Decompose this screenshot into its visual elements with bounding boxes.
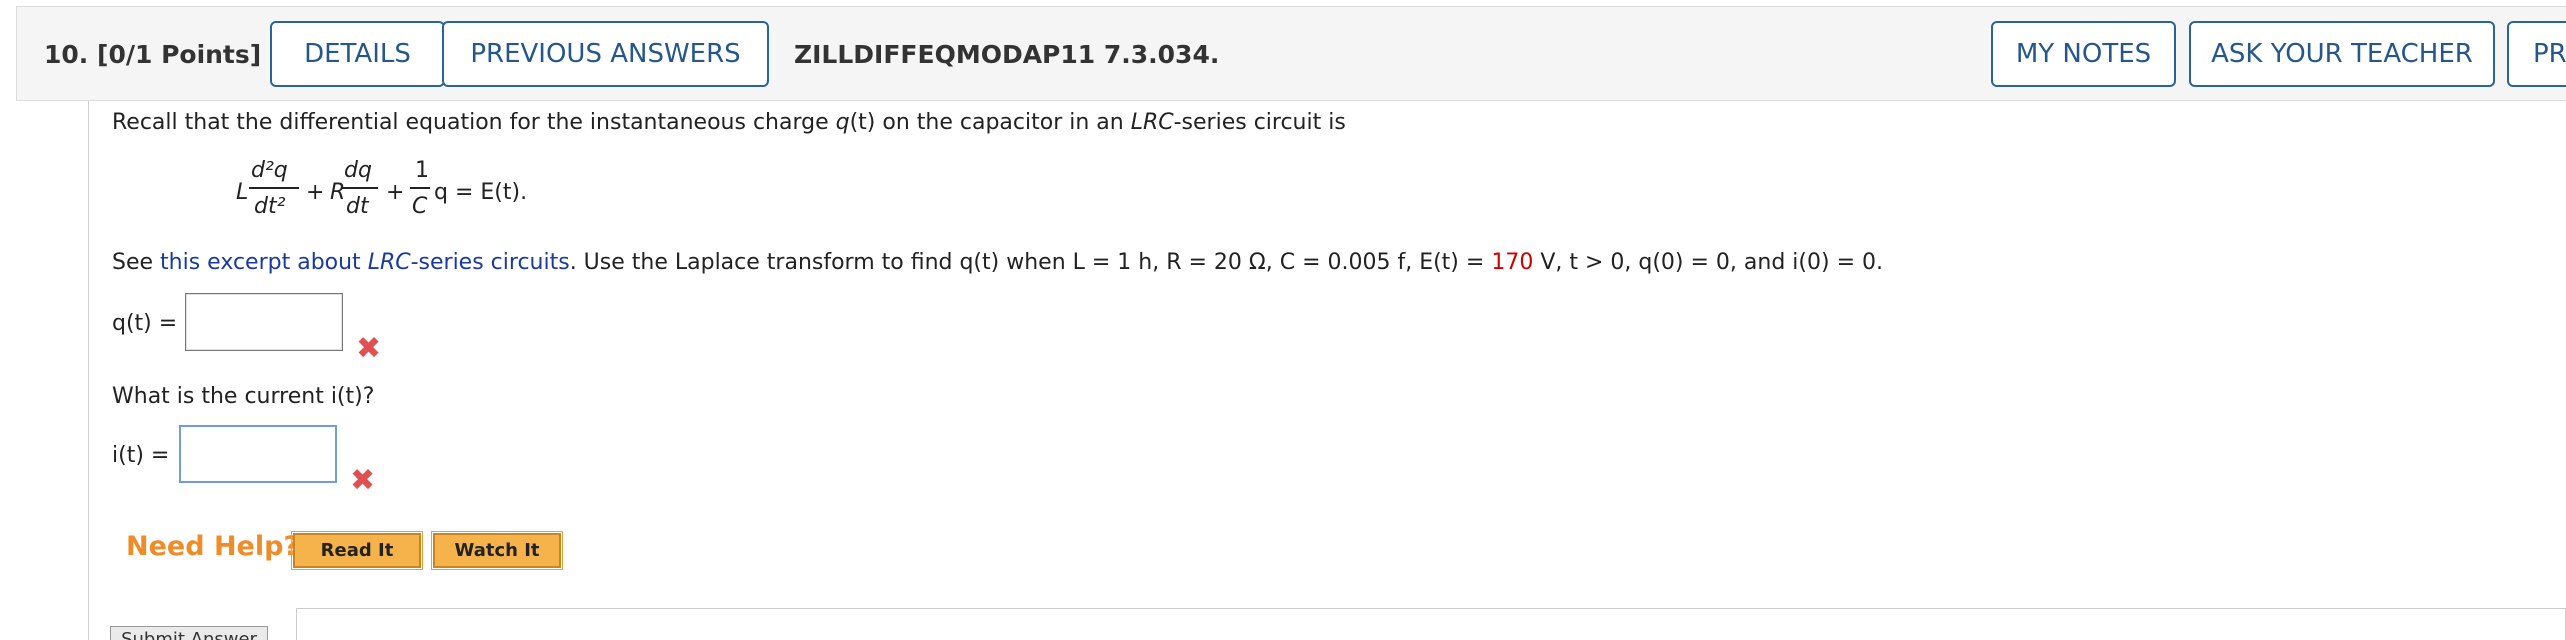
q-answer-input[interactable] <box>185 293 343 351</box>
problem-statement: See this excerpt about LRC-series circui… <box>112 250 1883 275</box>
q-answer-label: q(t) = <box>112 311 178 336</box>
intro-text: Recall that the differential equation fo… <box>112 110 1346 135</box>
question-number: 10. [0/1 Points] <box>44 40 262 69</box>
submit-answer-button[interactable]: Submit Answer <box>110 626 268 640</box>
response-panel <box>296 608 2566 640</box>
lrc-excerpt-link[interactable]: this excerpt about LRC-series circuits <box>160 250 570 275</box>
details-button[interactable]: DETAILS <box>270 21 445 87</box>
my-notes-button[interactable]: MY NOTES <box>1991 21 2176 87</box>
incorrect-mark-icon: ✖ <box>350 463 376 498</box>
ask-your-teacher-button[interactable]: ASK YOUR TEACHER <box>2189 21 2495 87</box>
voltage-value: 170 <box>1491 250 1534 275</box>
incorrect-mark-icon: ✖ <box>356 331 382 366</box>
need-help-label: Need Help? <box>126 531 300 562</box>
i-answer-input[interactable] <box>179 425 337 483</box>
i-answer-label: i(t) = <box>112 443 170 468</box>
current-question: What is the current i(t)? <box>112 384 375 409</box>
question-code: ZILLDIFFEQMODAP11 7.3.034. <box>794 40 1220 69</box>
lrc-equation: L d²q dt² + R dq dt + 1 C q = E(t). <box>236 158 528 219</box>
watch-it-button[interactable]: Watch It <box>431 531 563 570</box>
previous-answers-button[interactable]: PREVIOUS ANSWERS <box>442 21 769 87</box>
read-it-button[interactable]: Read It <box>291 531 423 570</box>
question-header: 10. [0/1 Points] DETAILS PREVIOUS ANSWER… <box>16 6 2566 101</box>
practice-another-button[interactable]: PRA <box>2507 21 2566 87</box>
points-status: [0/1 Points] <box>97 40 262 69</box>
